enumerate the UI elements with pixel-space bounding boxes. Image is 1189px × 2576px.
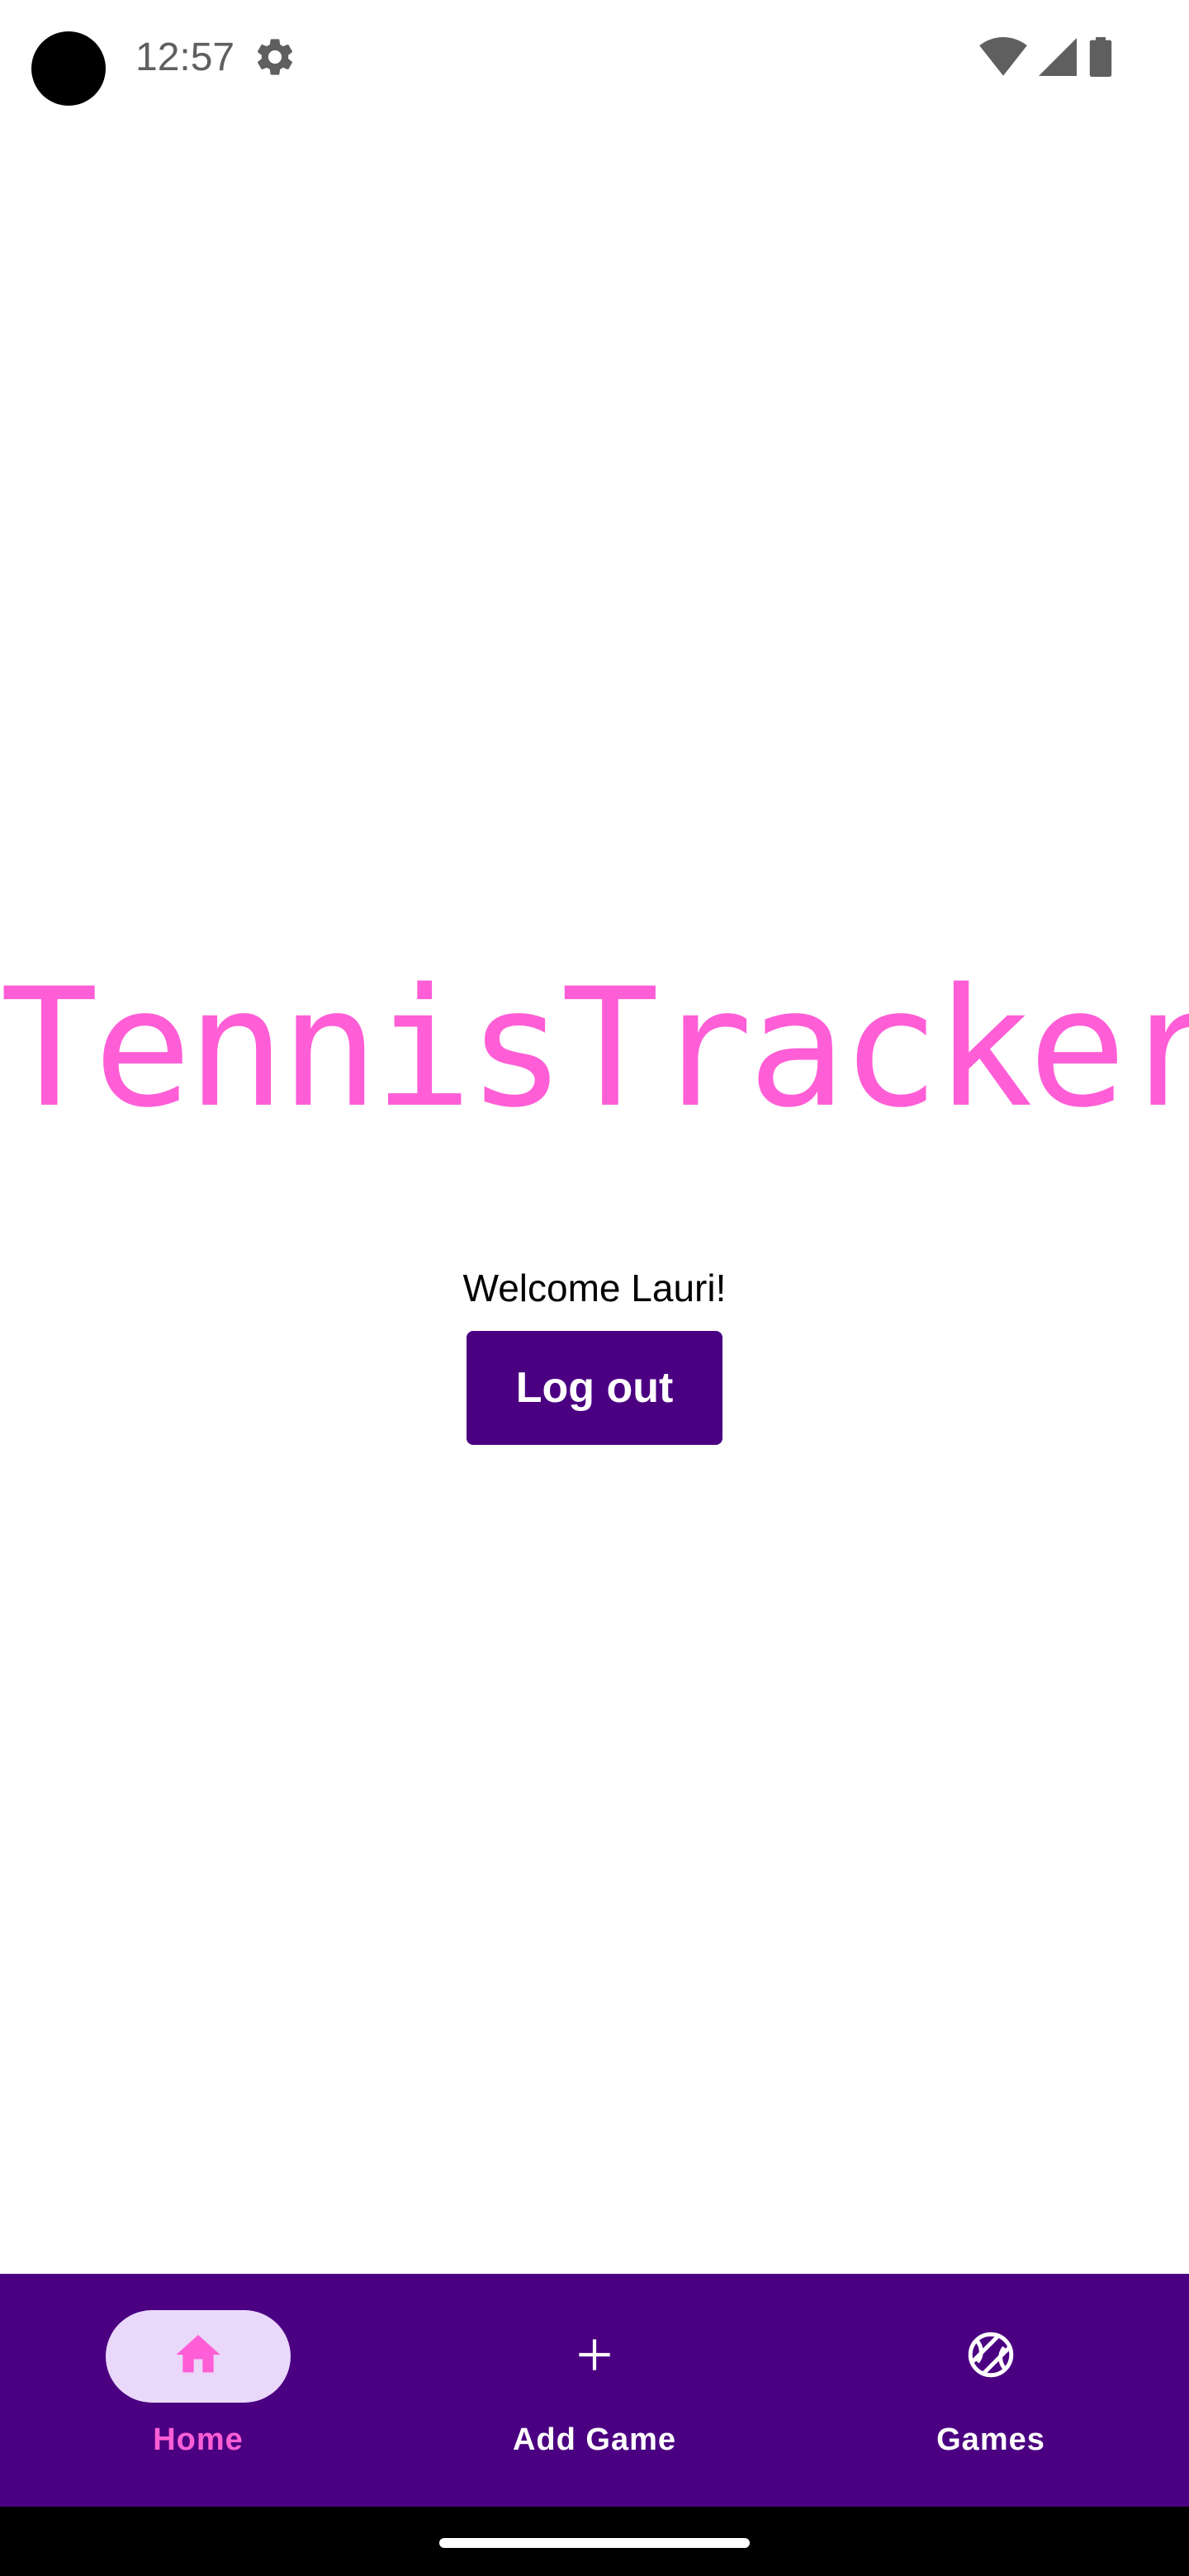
settings-gear-icon [253,35,297,79]
camera-cutout [31,31,106,106]
bottom-navigation: Home Add Game Games [0,2274,1189,2507]
logout-button[interactable]: Log out [467,1331,722,1445]
app-title: TennisTracker [0,953,1189,1144]
gesture-navigation-bar [0,2507,1189,2576]
nav-item-add-game[interactable]: Add Game [396,2274,793,2507]
status-icons [979,35,1113,79]
nav-label-games: Games [936,2422,1045,2457]
app-screen: 12:57 TennisTracker Welcome Lauri! Log o… [0,0,1189,2576]
wifi-icon [979,37,1027,77]
nav-item-home[interactable]: Home [0,2274,396,2507]
nav-label-home: Home [153,2422,244,2457]
plus-icon [571,2332,618,2382]
nav-label-add-game: Add Game [512,2422,677,2457]
tennis-ball-icon [964,2327,1018,2386]
status-time: 12:57 [135,36,235,79]
nav-item-games[interactable]: Games [793,2274,1189,2507]
battery-icon [1088,37,1113,77]
home-gesture-handle[interactable] [439,2538,750,2548]
nav-icon-container [502,2310,687,2403]
nav-icon-container [898,2310,1083,2403]
cellular-signal-icon [1039,38,1077,76]
home-icon [172,2328,225,2385]
home-content: TennisTracker Welcome Lauri! Log out [0,958,1189,1445]
welcome-message: Welcome Lauri! [462,1267,727,1309]
status-bar: 12:57 [0,0,1189,116]
nav-active-indicator [106,2310,291,2403]
